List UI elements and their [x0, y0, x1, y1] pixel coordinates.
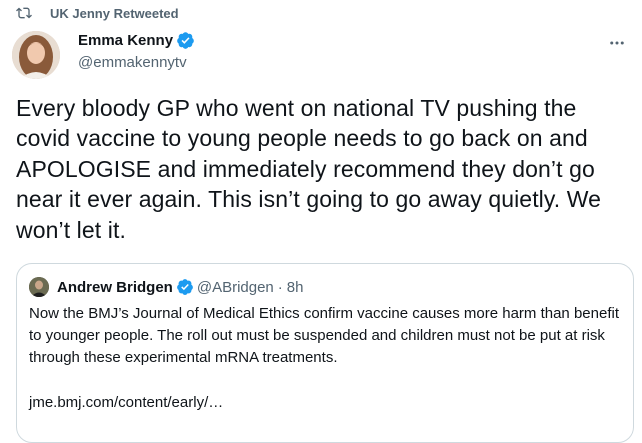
author-handle[interactable]: @emmakennytv [78, 54, 187, 71]
quote-link[interactable]: jme.bmj.com/content/early/… [29, 394, 223, 411]
quote-tweet-card[interactable]: Andrew Bridgen @ABridgen · 8h Now the BM… [16, 263, 634, 443]
quote-author-avatar [29, 277, 49, 297]
quote-timestamp[interactable]: 8h [287, 279, 304, 296]
author-avatar[interactable] [12, 31, 60, 79]
more-icon [610, 41, 624, 45]
verified-badge-icon [177, 32, 194, 49]
more-button[interactable] [600, 26, 634, 60]
quote-author-handle: @ABridgen [196, 278, 274, 296]
retweet-label: UK Jenny Retweeted [50, 5, 179, 21]
quote-verified-badge-icon [176, 279, 193, 295]
retweet-icon [16, 7, 32, 19]
quote-text: Now the BMJ’s Journal of Medical Ethics … [29, 305, 624, 366]
retweet-context[interactable]: UK Jenny Retweeted [16, 3, 179, 23]
quote-separator: · [277, 278, 283, 296]
tweet-text: Every bloody GP who went on national TV … [16, 95, 608, 243]
author-name[interactable]: Emma Kenny [78, 32, 173, 49]
quote-author-name: Andrew Bridgen [57, 278, 173, 296]
